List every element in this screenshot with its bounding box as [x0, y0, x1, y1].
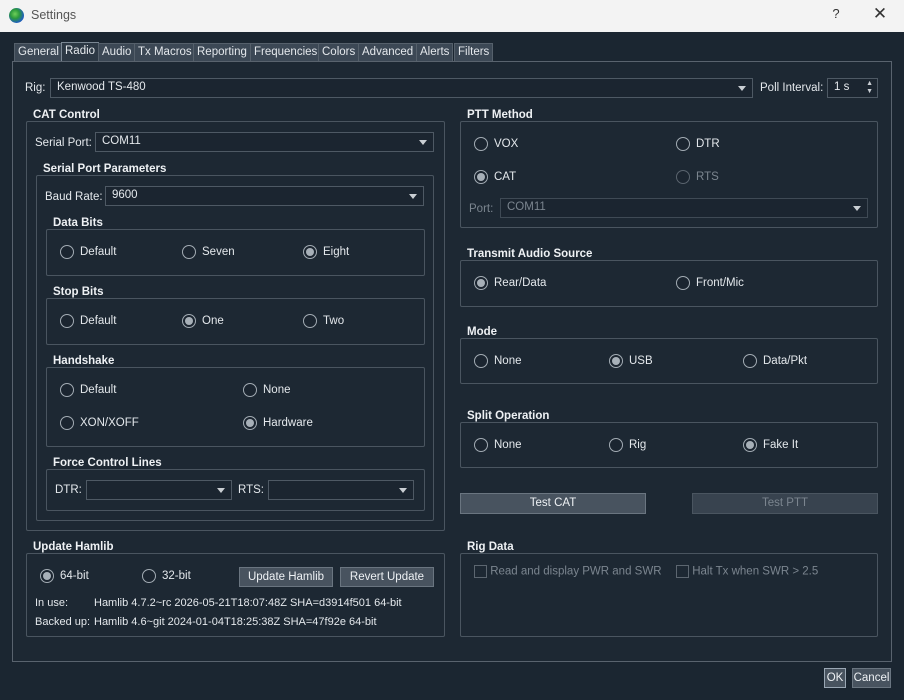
handshake-group	[46, 367, 425, 447]
poll-interval-spinbox[interactable]: 1 s ▲ ▼	[827, 78, 878, 98]
checkbox-icon	[676, 565, 689, 578]
backed-up-value: Hamlib 4.6~git 2024-01-04T18:25:38Z SHA=…	[94, 616, 377, 628]
rig-data-title: Rig Data	[466, 541, 515, 553]
window-title: Settings	[31, 8, 77, 22]
update-hamlib-button[interactable]: Update Hamlib	[239, 567, 333, 587]
handshake-default-radio[interactable]: Default	[60, 383, 116, 397]
tab-frequencies[interactable]: Frequencies	[250, 43, 322, 61]
stop-bits-default-radio[interactable]: Default	[60, 314, 116, 328]
handshake-hardware-radio[interactable]: Hardware	[243, 416, 313, 430]
serial-port-label: Serial Port:	[35, 137, 92, 149]
ptt-cat-radio[interactable]: CAT	[474, 170, 516, 184]
ptt-method-title: PTT Method	[466, 109, 534, 121]
baud-rate-value: 9600	[112, 189, 138, 201]
handshake-none-radio[interactable]: None	[243, 383, 291, 397]
serial-port-value: COM11	[102, 135, 141, 147]
serial-params-title: Serial Port Parameters	[42, 163, 168, 175]
poll-interval-value: 1 s	[834, 81, 850, 93]
stop-bits-one-radio[interactable]: One	[182, 314, 224, 328]
audio-source-title: Transmit Audio Source	[466, 248, 594, 260]
ptt-dtr-radio[interactable]: DTR	[676, 137, 720, 151]
ptt-rts-radio[interactable]: RTS	[676, 170, 719, 184]
mode-title: Mode	[466, 326, 499, 338]
data-bits-eight-radio[interactable]: Eight	[303, 245, 349, 259]
data-bits-default-radio[interactable]: Default	[60, 245, 116, 259]
tab-audio[interactable]: Audio	[98, 43, 136, 61]
cancel-button[interactable]: Cancel	[852, 668, 891, 688]
tab-advanced[interactable]: Advanced	[358, 43, 418, 61]
rig-label: Rig:	[25, 82, 46, 94]
mode-usb-radio[interactable]: USB	[609, 354, 653, 368]
dtr-select[interactable]	[86, 480, 232, 500]
tab-filters[interactable]: Filters	[454, 43, 494, 61]
rig-select-value: Kenwood TS-480	[57, 81, 146, 93]
chevron-down-icon	[217, 488, 225, 493]
mode-group	[460, 338, 878, 384]
ptt-port-value: COM11	[507, 201, 546, 213]
data-bits-title: Data Bits	[52, 217, 104, 229]
audio-rear-data-radio[interactable]: Rear/Data	[474, 276, 546, 290]
stop-bits-title: Stop Bits	[52, 286, 105, 298]
halt-tx-swr-checkbox[interactable]: Halt Tx when SWR > 2.5	[676, 565, 818, 578]
tab-tx-macros[interactable]: Tx Macros	[134, 43, 196, 61]
test-cat-button[interactable]: Test CAT	[460, 493, 646, 514]
data-bits-seven-radio[interactable]: Seven	[182, 245, 235, 259]
split-fake-it-radio[interactable]: Fake It	[743, 438, 798, 452]
baud-rate-label: Baud Rate:	[45, 191, 103, 203]
close-icon[interactable]: ✕	[868, 4, 892, 26]
tab-general[interactable]: General	[14, 43, 63, 61]
hamlib-64bit-radio[interactable]: 64-bit	[40, 569, 89, 583]
handshake-title: Handshake	[52, 355, 116, 367]
ok-button[interactable]: OK	[824, 668, 846, 688]
handshake-xonxoff-radio[interactable]: XON/XOFF	[60, 416, 139, 430]
revert-update-button[interactable]: Revert Update	[340, 567, 434, 587]
backed-up-label: Backed up:	[35, 616, 91, 628]
tab-reporting[interactable]: Reporting	[193, 43, 251, 61]
test-ptt-button[interactable]: Test PTT	[692, 493, 878, 514]
tab-alerts[interactable]: Alerts	[416, 43, 454, 61]
help-icon[interactable]: ?	[826, 6, 846, 26]
tab-radio[interactable]: Radio	[61, 42, 100, 62]
split-none-radio[interactable]: None	[474, 438, 522, 452]
in-use-label: In use:	[35, 597, 69, 609]
rts-label: RTS:	[238, 484, 264, 496]
mode-data-pkt-radio[interactable]: Data/Pkt	[743, 354, 807, 368]
poll-interval-label: Poll Interval:	[760, 82, 824, 94]
chevron-down-icon	[409, 194, 417, 199]
stop-bits-two-radio[interactable]: Two	[303, 314, 344, 328]
checkbox-icon	[474, 565, 487, 578]
spin-arrows-icon[interactable]: ▲ ▼	[866, 80, 873, 96]
baud-rate-select[interactable]: 9600	[105, 186, 424, 206]
in-use-value: Hamlib 4.7.2~rc 2026-05-21T18:07:48Z SHA…	[94, 597, 402, 609]
update-hamlib-title: Update Hamlib	[32, 541, 115, 553]
chevron-down-icon	[853, 206, 861, 211]
read-pwr-swr-checkbox[interactable]: Read and display PWR and SWR	[474, 565, 662, 578]
force-control-title: Force Control Lines	[52, 457, 163, 469]
app-globe-icon	[9, 8, 24, 23]
chevron-down-icon	[399, 488, 407, 493]
ptt-vox-radio[interactable]: VOX	[474, 137, 518, 151]
mode-none-radio[interactable]: None	[474, 354, 522, 368]
dtr-label: DTR:	[55, 484, 82, 496]
title-bar: Settings ? ✕	[0, 0, 904, 32]
ptt-port-label: Port:	[469, 203, 494, 215]
cat-control-title: CAT Control	[32, 109, 101, 121]
rts-select[interactable]	[268, 480, 414, 500]
hamlib-32bit-radio[interactable]: 32-bit	[142, 569, 191, 583]
tab-colors[interactable]: Colors	[318, 43, 360, 61]
audio-front-mic-radio[interactable]: Front/Mic	[676, 276, 744, 290]
split-operation-title: Split Operation	[466, 410, 551, 422]
serial-port-select[interactable]: COM11	[95, 132, 434, 152]
chevron-down-icon	[419, 140, 427, 145]
split-rig-radio[interactable]: Rig	[609, 438, 646, 452]
rig-select[interactable]: Kenwood TS-480	[50, 78, 753, 98]
ptt-port-select[interactable]: COM11	[500, 198, 868, 218]
chevron-down-icon	[738, 86, 746, 91]
split-operation-group	[460, 422, 878, 468]
